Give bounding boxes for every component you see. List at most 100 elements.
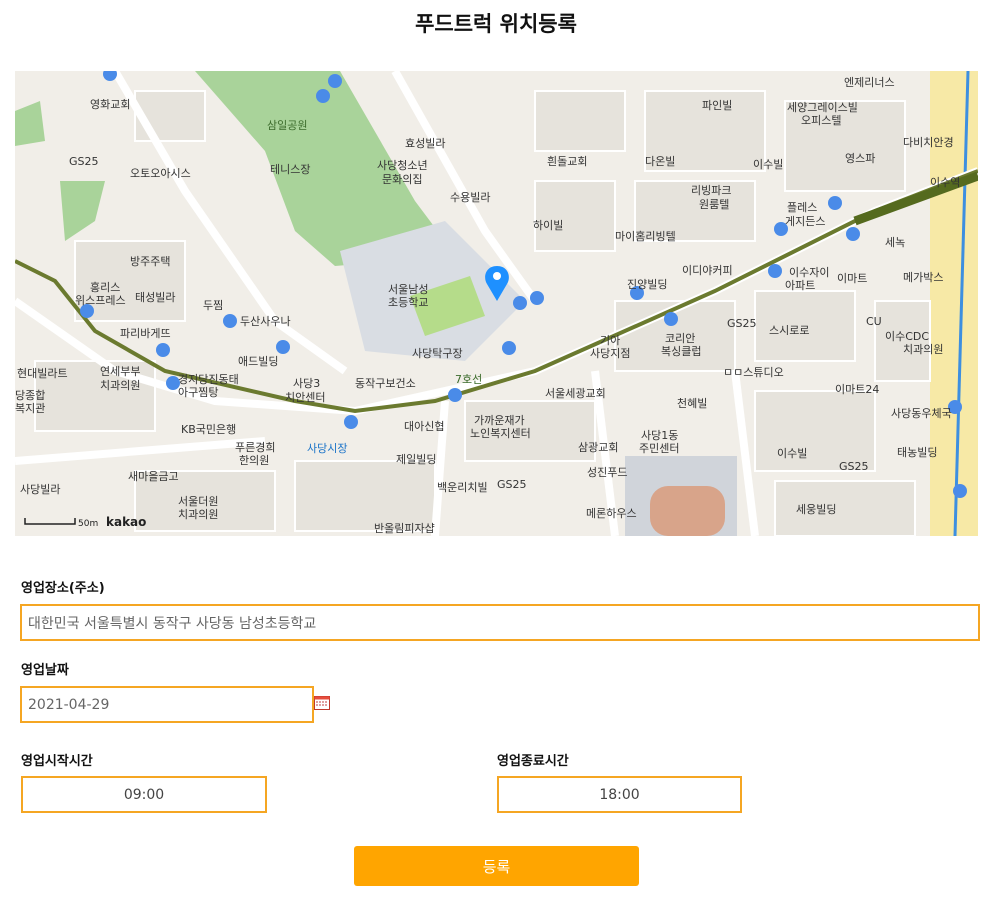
map-place: 이마트 xyxy=(837,272,867,285)
end-time-input[interactable]: 18:00 xyxy=(497,776,742,813)
map-place: 7호선 xyxy=(455,373,482,386)
map-place: 코리안 xyxy=(665,332,695,345)
map-place: 위스프레스 xyxy=(75,294,126,307)
map-place: 문화의집 xyxy=(382,173,422,186)
map-place: 서울세광교회 xyxy=(545,387,606,400)
map-place: ㅁㅁ스튜디오 xyxy=(723,366,784,379)
map-place: 오피스텔 xyxy=(801,114,841,127)
map-place: 복지관 xyxy=(15,402,45,415)
map-place: 경지당진동태 xyxy=(178,373,239,386)
calendar-icon[interactable] xyxy=(314,695,330,710)
map-place: 태성빌라 xyxy=(135,291,175,304)
map-place: 이수빌 xyxy=(777,447,807,460)
map-place: 세양그레이스빌 xyxy=(787,101,858,114)
map-place: GS25 xyxy=(497,478,527,491)
map-place: 복싱클럽 xyxy=(661,344,701,358)
map-place: 이수빌 xyxy=(753,158,783,171)
map-place: 가까운재가 xyxy=(474,414,525,427)
map-place: 파인빌 xyxy=(702,99,732,112)
map-place: 파리바게뜨 xyxy=(120,327,171,340)
map-place: CU xyxy=(866,315,882,328)
map-place: 삼일공원 xyxy=(267,118,307,132)
map-place: 이수역 xyxy=(930,176,960,189)
map-place: 치안센터 xyxy=(285,391,325,404)
map-place: 수용빌라 xyxy=(450,191,490,204)
address-input[interactable]: 대한민국 서울특별시 동작구 사당동 남성초등학교 xyxy=(20,604,980,641)
map-place: 천혜빌 xyxy=(677,396,707,410)
map-place: 사당시장 xyxy=(307,442,347,455)
map-place: 아구찜탕 xyxy=(178,386,218,399)
map-place: 사당탁구장 xyxy=(412,347,463,360)
map-place: 주민센터 xyxy=(639,442,679,455)
map-place: 사당1동 xyxy=(641,429,678,442)
map-place: 애드빌딩 xyxy=(238,355,278,368)
map-place: 메론하우스 xyxy=(586,506,637,520)
start-time-input[interactable]: 09:00 xyxy=(21,776,267,813)
map-place: 태농빌딩 xyxy=(897,446,937,459)
map-place: 대아신협 xyxy=(404,420,444,433)
map-place: 홍리스 xyxy=(90,280,120,294)
map-place: 메가박스 xyxy=(903,271,943,284)
map-place: 현대빌라트 xyxy=(17,367,68,380)
map-place: 사당3 xyxy=(293,377,320,390)
map-place: 두산사우나 xyxy=(240,315,291,328)
date-value: 2021-04-29 xyxy=(28,696,110,713)
map-place: 이수자이 xyxy=(789,266,829,279)
map-place: GS25 xyxy=(69,155,99,168)
map-place: 당종합 xyxy=(15,389,45,402)
map-place: 세녹 xyxy=(885,236,905,249)
map-place: 원룸텔 xyxy=(699,198,729,211)
map-place: 테니스장 xyxy=(270,163,310,176)
map-place: 반올림피자샵 xyxy=(374,522,435,535)
map-place: 이수CDC xyxy=(885,330,929,343)
date-input[interactable]: 2021-04-29 xyxy=(20,686,314,723)
map-place: 노인복지센터 xyxy=(470,427,531,440)
map-place: 다온빌 xyxy=(645,155,675,168)
map-place: 초등학교 xyxy=(388,296,428,309)
address-label: 영업장소(주소) xyxy=(21,581,105,596)
map-view[interactable]: 영화교회 삼일공원 효성빌라 GS25 오토오아시스 테니스장 사당청소년 문화… xyxy=(15,71,978,536)
map-place: 영스파 xyxy=(845,152,875,165)
map-place: 진양빌딩 xyxy=(627,278,667,291)
map-place: 오토오아시스 xyxy=(130,167,191,180)
map-place: 사당빌라 xyxy=(20,483,60,496)
page-title: 푸드트럭 위치등록 xyxy=(415,12,577,36)
end-time-label: 영업종료시간 xyxy=(497,754,569,769)
map-place: 사당청소년 xyxy=(377,159,428,172)
map-place: 이마트24 xyxy=(835,383,879,396)
map-place: 삼광교회 xyxy=(578,441,618,454)
date-label: 영업날짜 xyxy=(21,663,69,678)
address-value: 대한민국 서울특별시 동작구 사당동 남성초등학교 xyxy=(28,615,317,632)
map-place: GS25 xyxy=(727,317,757,330)
map-place: 효성빌라 xyxy=(405,137,445,150)
map-place: 스시로로 xyxy=(769,324,809,337)
map-place: 푸른경희 xyxy=(235,441,275,454)
map-place: 치과의원 xyxy=(100,379,140,392)
submit-button[interactable]: 등록 xyxy=(354,846,639,886)
end-time-value: 18:00 xyxy=(599,786,640,803)
map-place: 사당동우체국 xyxy=(891,407,952,420)
map-place: 한의원 xyxy=(239,454,269,467)
map-place: 두찜 xyxy=(203,299,223,312)
map-place: KB국민은행 xyxy=(181,423,236,436)
map-place: 제일빌딩 xyxy=(396,452,436,466)
map-place: 동작구보건소 xyxy=(355,377,416,390)
map-place: 리빙파크 xyxy=(691,184,731,197)
map-place: 흰돌교회 xyxy=(547,155,587,168)
map-place: 세웅빌딩 xyxy=(796,503,836,516)
map-place: 엔제리너스 xyxy=(844,76,895,89)
map-place: GS25 xyxy=(839,460,869,473)
map-place: 서울남성 xyxy=(388,283,428,296)
start-time-label: 영업시작시간 xyxy=(21,754,93,769)
map-place: 영화교회 xyxy=(90,98,130,111)
map-place: 기아 xyxy=(600,334,620,347)
map-place: 플레스 xyxy=(787,201,817,214)
map-place: 연세부부 xyxy=(100,365,140,378)
map-place: 치과의원 xyxy=(178,508,218,521)
map-place: 백운리치빌 xyxy=(437,481,488,494)
map-place: 방주주택 xyxy=(130,255,170,268)
map-provider-logo: kakao xyxy=(106,515,146,529)
map-place: 하이빌 xyxy=(533,218,563,232)
map-place: 새마을금고 xyxy=(128,470,179,483)
map-place: 다비치안경 xyxy=(903,136,954,149)
